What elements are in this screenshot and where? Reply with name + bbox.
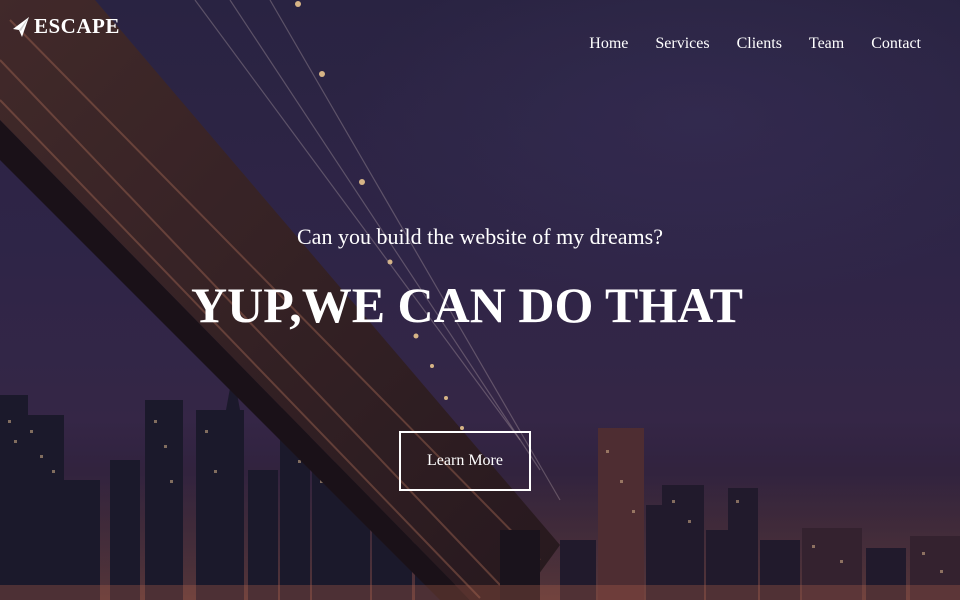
- learn-more-button[interactable]: Learn More: [399, 431, 531, 491]
- nav-item-team[interactable]: Team: [809, 34, 844, 54]
- nav-item-clients[interactable]: Clients: [737, 34, 782, 54]
- hero-subtitle: Can you build the website of my dreams?: [297, 224, 663, 249]
- hero-section: ESCAPE Home Services Clients Team Contac…: [0, 0, 960, 600]
- main-nav: Home Services Clients Team Contact: [589, 34, 921, 54]
- hero-headline: YUP,WE CAN DO THAT: [191, 277, 743, 333]
- nav-item-contact[interactable]: Contact: [871, 34, 921, 54]
- brand-name: ESCAPE: [34, 14, 120, 38]
- brand-logo[interactable]: ESCAPE: [12, 14, 120, 39]
- paper-plane-icon: [12, 16, 30, 38]
- nav-item-home[interactable]: Home: [589, 34, 628, 54]
- nav-item-services[interactable]: Services: [655, 34, 709, 54]
